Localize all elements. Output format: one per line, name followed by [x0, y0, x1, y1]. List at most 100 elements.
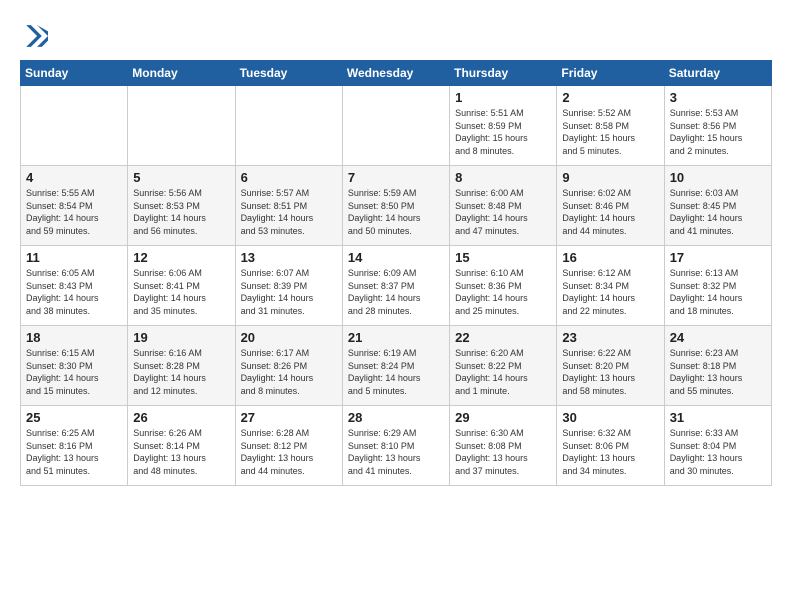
- page: SundayMondayTuesdayWednesdayThursdayFrid…: [0, 0, 792, 612]
- calendar-cell: 24 Sunrise: 6:23 AM Sunset: 8:18 PM Dayli…: [664, 326, 771, 406]
- day-number: 30: [562, 410, 658, 425]
- day-info: Sunrise: 6:00 AM Sunset: 8:48 PM Dayligh…: [455, 187, 551, 237]
- day-info: Sunrise: 6:30 AM Sunset: 8:08 PM Dayligh…: [455, 427, 551, 477]
- calendar-week-3: 18 Sunrise: 6:15 AM Sunset: 8:30 PM Dayli…: [21, 326, 772, 406]
- calendar-cell: 9Sunrise: 6:02 AM Sunset: 8:46 PM Daylig…: [557, 166, 664, 246]
- calendar-cell: 3 Sunrise: 5:53 AM Sunset: 8:56 PM Daylig…: [664, 86, 771, 166]
- calendar-cell: 2 Sunrise: 5:52 AM Sunset: 8:58 PM Daylig…: [557, 86, 664, 166]
- day-info: Sunrise: 6:28 AM Sunset: 8:12 PM Dayligh…: [241, 427, 337, 477]
- day-number: 6: [241, 170, 337, 185]
- day-info: Sunrise: 6:29 AM Sunset: 8:10 PM Dayligh…: [348, 427, 444, 477]
- calendar-cell: 10 Sunrise: 6:03 AM Sunset: 8:45 PM Dayli…: [664, 166, 771, 246]
- day-number: 2: [562, 90, 658, 105]
- day-info: Sunrise: 6:17 AM Sunset: 8:26 PM Dayligh…: [241, 347, 337, 397]
- calendar-cell: 13 Sunrise: 6:07 AM Sunset: 8:39 PM Dayli…: [235, 246, 342, 326]
- day-number: 13: [241, 250, 337, 265]
- day-number: 21: [348, 330, 444, 345]
- day-number: 25: [26, 410, 122, 425]
- day-number: 4: [26, 170, 122, 185]
- day-info: Sunrise: 6:07 AM Sunset: 8:39 PM Dayligh…: [241, 267, 337, 317]
- calendar-cell: 15Sunrise: 6:10 AM Sunset: 8:36 PM Dayli…: [450, 246, 557, 326]
- day-info: Sunrise: 6:02 AM Sunset: 8:46 PM Dayligh…: [562, 187, 658, 237]
- day-number: 31: [670, 410, 766, 425]
- weekday-header-saturday: Saturday: [664, 61, 771, 86]
- calendar-header: SundayMondayTuesdayWednesdayThursdayFrid…: [21, 61, 772, 86]
- day-number: 19: [133, 330, 229, 345]
- day-info: Sunrise: 5:57 AM Sunset: 8:51 PM Dayligh…: [241, 187, 337, 237]
- calendar-cell: 6 Sunrise: 5:57 AM Sunset: 8:51 PM Daylig…: [235, 166, 342, 246]
- calendar-cell: 19 Sunrise: 6:16 AM Sunset: 8:28 PM Dayli…: [128, 326, 235, 406]
- day-number: 1: [455, 90, 551, 105]
- day-info: Sunrise: 6:32 AM Sunset: 8:06 PM Dayligh…: [562, 427, 658, 477]
- calendar-cell: 22 Sunrise: 6:20 AM Sunset: 8:22 PM Dayli…: [450, 326, 557, 406]
- calendar-cell: 26 Sunrise: 6:26 AM Sunset: 8:14 PM Dayli…: [128, 406, 235, 486]
- calendar-cell: [342, 86, 449, 166]
- day-number: 10: [670, 170, 766, 185]
- calendar-cell: 12Sunrise: 6:06 AM Sunset: 8:41 PM Dayli…: [128, 246, 235, 326]
- calendar-cell: 31 Sunrise: 6:33 AM Sunset: 8:04 PM Dayli…: [664, 406, 771, 486]
- day-info: Sunrise: 6:33 AM Sunset: 8:04 PM Dayligh…: [670, 427, 766, 477]
- calendar-cell: 17 Sunrise: 6:13 AM Sunset: 8:32 PM Dayli…: [664, 246, 771, 326]
- calendar-cell: 14 Sunrise: 6:09 AM Sunset: 8:37 PM Dayli…: [342, 246, 449, 326]
- calendar-cell: 11 Sunrise: 6:05 AM Sunset: 8:43 PM Dayli…: [21, 246, 128, 326]
- calendar-week-0: 1 Sunrise: 5:51 AM Sunset: 8:59 PM Daylig…: [21, 86, 772, 166]
- day-info: Sunrise: 6:22 AM Sunset: 8:20 PM Dayligh…: [562, 347, 658, 397]
- day-number: 7: [348, 170, 444, 185]
- day-info: Sunrise: 6:23 AM Sunset: 8:18 PM Dayligh…: [670, 347, 766, 397]
- calendar-week-1: 4Sunrise: 5:55 AM Sunset: 8:54 PM Daylig…: [21, 166, 772, 246]
- day-info: Sunrise: 5:52 AM Sunset: 8:58 PM Dayligh…: [562, 107, 658, 157]
- calendar-cell: 20Sunrise: 6:17 AM Sunset: 8:26 PM Dayli…: [235, 326, 342, 406]
- weekday-header-sunday: Sunday: [21, 61, 128, 86]
- day-number: 3: [670, 90, 766, 105]
- day-info: Sunrise: 6:26 AM Sunset: 8:14 PM Dayligh…: [133, 427, 229, 477]
- day-number: 29: [455, 410, 551, 425]
- calendar-body: 1 Sunrise: 5:51 AM Sunset: 8:59 PM Daylig…: [21, 86, 772, 486]
- day-number: 18: [26, 330, 122, 345]
- day-number: 23: [562, 330, 658, 345]
- day-number: 15: [455, 250, 551, 265]
- day-number: 26: [133, 410, 229, 425]
- calendar-cell: 7 Sunrise: 5:59 AM Sunset: 8:50 PM Daylig…: [342, 166, 449, 246]
- day-info: Sunrise: 5:59 AM Sunset: 8:50 PM Dayligh…: [348, 187, 444, 237]
- calendar-cell: 23 Sunrise: 6:22 AM Sunset: 8:20 PM Dayli…: [557, 326, 664, 406]
- calendar-cell: 8 Sunrise: 6:00 AM Sunset: 8:48 PM Daylig…: [450, 166, 557, 246]
- day-info: Sunrise: 6:20 AM Sunset: 8:22 PM Dayligh…: [455, 347, 551, 397]
- calendar-cell: 28 Sunrise: 6:29 AM Sunset: 8:10 PM Dayli…: [342, 406, 449, 486]
- day-info: Sunrise: 6:25 AM Sunset: 8:16 PM Dayligh…: [26, 427, 122, 477]
- day-number: 11: [26, 250, 122, 265]
- day-number: 27: [241, 410, 337, 425]
- calendar-cell: 5 Sunrise: 5:56 AM Sunset: 8:53 PM Daylig…: [128, 166, 235, 246]
- day-info: Sunrise: 6:03 AM Sunset: 8:45 PM Dayligh…: [670, 187, 766, 237]
- calendar-cell: 4Sunrise: 5:55 AM Sunset: 8:54 PM Daylig…: [21, 166, 128, 246]
- calendar-cell: 30 Sunrise: 6:32 AM Sunset: 8:06 PM Dayli…: [557, 406, 664, 486]
- day-info: Sunrise: 6:09 AM Sunset: 8:37 PM Dayligh…: [348, 267, 444, 317]
- day-number: 12: [133, 250, 229, 265]
- day-info: Sunrise: 6:13 AM Sunset: 8:32 PM Dayligh…: [670, 267, 766, 317]
- calendar-cell: 1 Sunrise: 5:51 AM Sunset: 8:59 PM Daylig…: [450, 86, 557, 166]
- day-number: 8: [455, 170, 551, 185]
- day-number: 17: [670, 250, 766, 265]
- day-info: Sunrise: 5:53 AM Sunset: 8:56 PM Dayligh…: [670, 107, 766, 157]
- calendar-cell: 18 Sunrise: 6:15 AM Sunset: 8:30 PM Dayli…: [21, 326, 128, 406]
- logo-icon: [20, 22, 48, 50]
- day-number: 28: [348, 410, 444, 425]
- calendar-cell: 16Sunrise: 6:12 AM Sunset: 8:34 PM Dayli…: [557, 246, 664, 326]
- day-info: Sunrise: 5:51 AM Sunset: 8:59 PM Dayligh…: [455, 107, 551, 157]
- calendar-cell: 21Sunrise: 6:19 AM Sunset: 8:24 PM Dayli…: [342, 326, 449, 406]
- weekday-header-friday: Friday: [557, 61, 664, 86]
- calendar-table: SundayMondayTuesdayWednesdayThursdayFrid…: [20, 60, 772, 486]
- day-number: 24: [670, 330, 766, 345]
- weekday-header-thursday: Thursday: [450, 61, 557, 86]
- calendar-cell: [235, 86, 342, 166]
- day-number: 5: [133, 170, 229, 185]
- header: [20, 18, 772, 50]
- calendar-cell: [128, 86, 235, 166]
- day-info: Sunrise: 5:56 AM Sunset: 8:53 PM Dayligh…: [133, 187, 229, 237]
- day-number: 14: [348, 250, 444, 265]
- day-number: 22: [455, 330, 551, 345]
- weekday-header-row: SundayMondayTuesdayWednesdayThursdayFrid…: [21, 61, 772, 86]
- day-info: Sunrise: 6:16 AM Sunset: 8:28 PM Dayligh…: [133, 347, 229, 397]
- day-info: Sunrise: 6:15 AM Sunset: 8:30 PM Dayligh…: [26, 347, 122, 397]
- calendar-cell: 27 Sunrise: 6:28 AM Sunset: 8:12 PM Dayli…: [235, 406, 342, 486]
- day-info: Sunrise: 6:05 AM Sunset: 8:43 PM Dayligh…: [26, 267, 122, 317]
